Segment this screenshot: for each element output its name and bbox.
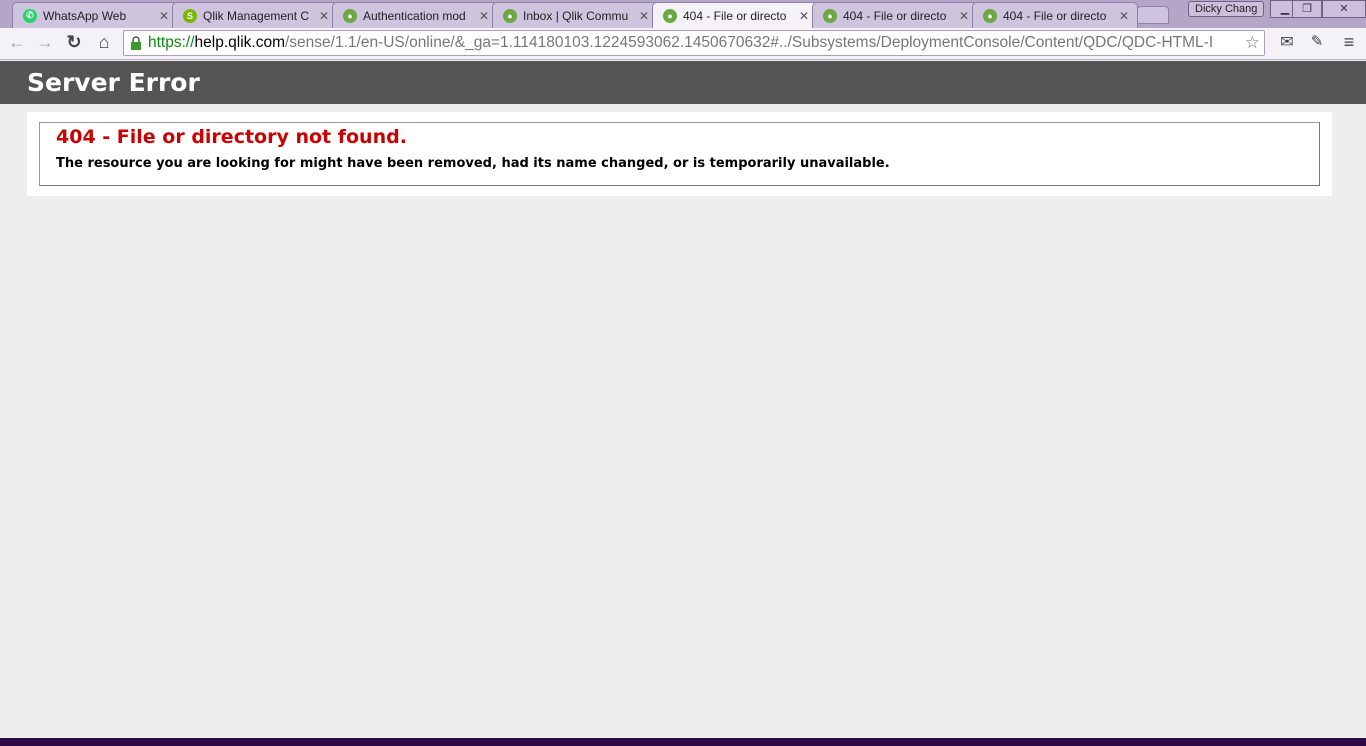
close-tab-icon[interactable]: ✕: [479, 9, 489, 23]
tab[interactable]: ● 404 - File or directo ✕: [652, 2, 818, 29]
tab[interactable]: ● 404 - File or directo ✕: [972, 2, 1138, 28]
lock-icon: [131, 36, 141, 50]
new-tab-button[interactable]: [1137, 6, 1169, 24]
close-tab-icon[interactable]: ✕: [799, 9, 809, 23]
close-tab-icon[interactable]: ✕: [319, 9, 329, 23]
close-tab-icon[interactable]: ✕: [639, 9, 649, 23]
qlik-sense-icon: S: [183, 8, 197, 23]
qlik-icon: ●: [663, 9, 677, 23]
whatsapp-icon: ✆: [23, 8, 37, 23]
back-icon[interactable]: ←: [5, 32, 29, 53]
url-domain: help.qlik.com: [194, 34, 285, 51]
restore-button[interactable]: ❐: [1292, 0, 1322, 18]
qlik-icon: ●: [823, 8, 837, 23]
error-box: 404 - File or directory not found. The r…: [39, 122, 1320, 186]
url-scheme: https://: [148, 34, 195, 51]
taskbar: [0, 738, 1366, 746]
close-window-button[interactable]: ✕: [1322, 0, 1366, 18]
close-tab-icon[interactable]: ✕: [159, 9, 169, 23]
url-path: /sense/1.1/en-US/online/&_ga=1.114180103…: [285, 34, 1214, 51]
profile-button[interactable]: Dicky Chang: [1188, 1, 1265, 17]
home-icon[interactable]: ⌂: [92, 32, 116, 53]
forward-icon[interactable]: →: [33, 32, 57, 53]
tab-title: Inbox | Qlik Commu: [523, 8, 629, 23]
address-bar[interactable]: https://help.qlik.com/sense/1.1/en-US/on…: [123, 30, 1265, 56]
content-panel: 404 - File or directory not found. The r…: [27, 112, 1332, 196]
tab[interactable]: ● Inbox | Qlik Commu ✕: [492, 2, 658, 28]
page-header: Server Error: [0, 61, 1366, 104]
menu-icon[interactable]: ≡: [1337, 32, 1361, 53]
tab[interactable]: S Qlik Management C ✕: [172, 2, 338, 28]
close-tab-icon[interactable]: ✕: [959, 9, 969, 23]
error-message: The resource you are looking for might h…: [56, 156, 890, 171]
tab[interactable]: ● Authentication mod ✕: [332, 2, 498, 28]
gmail-extension-icon[interactable]: ✉: [1275, 32, 1299, 52]
reload-icon[interactable]: ↻: [62, 32, 86, 53]
tab[interactable]: ● 404 - File or directo ✕: [812, 2, 978, 28]
qlik-icon: ●: [503, 8, 517, 23]
qlik-icon: ●: [983, 8, 997, 23]
tab-title: Authentication mod: [363, 8, 466, 23]
close-tab-icon[interactable]: ✕: [1119, 9, 1129, 23]
qlik-icon: ●: [343, 8, 357, 23]
tab-title: 404 - File or directo: [1003, 8, 1107, 23]
bookmark-star-icon[interactable]: ☆: [1244, 31, 1260, 55]
tab-title: 404 - File or directo: [843, 8, 947, 23]
extension-icon[interactable]: ✎: [1305, 32, 1329, 50]
tab-title: 404 - File or directo: [683, 9, 787, 23]
error-title: 404 - File or directory not found.: [56, 126, 407, 148]
tab-title: Qlik Management C: [203, 8, 310, 23]
tab[interactable]: ✆ WhatsApp Web ✕: [12, 2, 178, 28]
tab-title: WhatsApp Web: [43, 8, 127, 23]
